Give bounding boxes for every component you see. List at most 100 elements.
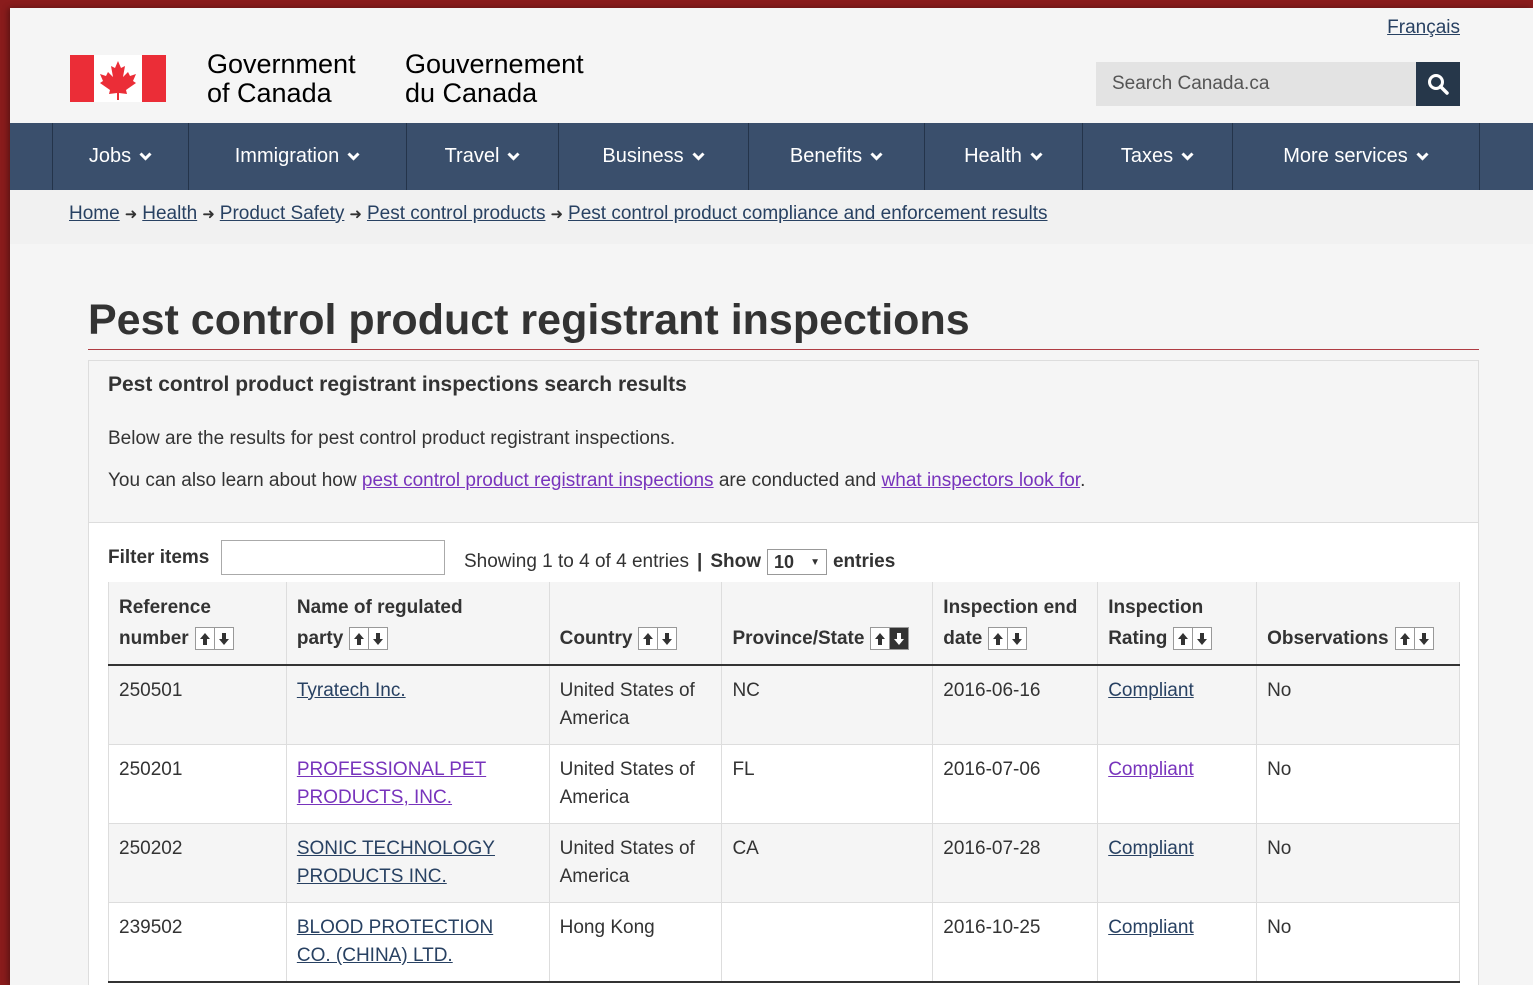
name-line1: Tyratech Inc. [296, 680, 406, 701]
signature-fr-line1: Gouvernement [405, 49, 584, 79]
table-row: 250202 SONIC TECHNOLOGY PRODUCTS INC. Uni… [108, 823, 1460, 903]
party-name-link[interactable]: BLOOD PROTECTION CO. (CHINA) LTD. [297, 917, 493, 966]
chevron-down-icon [1181, 152, 1194, 161]
rating-link[interactable]: Compliant [1108, 680, 1194, 701]
cell-date: 2016-07-28 [932, 823, 1099, 903]
signature-english: Government of Canada [207, 50, 356, 108]
header-text: Rating [1108, 628, 1168, 649]
country-line1: United States of [559, 680, 695, 701]
menu-item-immigration[interactable]: Immigration [188, 123, 406, 190]
party-name-link[interactable]: PROFESSIONAL PET PRODUCTS, INC. [297, 759, 486, 808]
sort-arrows-icon[interactable] [638, 627, 678, 651]
cell-observations: No [1256, 823, 1460, 903]
cell-rating: Compliant [1097, 744, 1258, 824]
sort-arrows-icon[interactable] [870, 627, 910, 651]
menu-item-benefits[interactable]: Benefits [748, 123, 924, 190]
col-name-of-regulated-party[interactable]: Name of regulated party [285, 582, 550, 666]
header-text: Inspection [1108, 597, 1204, 618]
party-name-link[interactable]: SONIC TECHNOLOGY PRODUCTS INC. [297, 838, 495, 887]
learn-prefix: You can also learn about how [108, 470, 362, 491]
what-inspectors-look-for-link[interactable]: what inspectors look for [882, 470, 1081, 491]
sort-arrows-icon[interactable] [1394, 627, 1434, 651]
menu-item-travel[interactable]: Travel [406, 123, 558, 190]
breadcrumb-compliance-results[interactable]: Pest control product compliance and enfo… [568, 203, 1047, 224]
name-line1: BLOOD PROTECTION [296, 917, 494, 938]
signature-en-line2: of Canada [207, 78, 332, 108]
registrant-inspections-link[interactable]: pest control product registrant inspecti… [362, 470, 714, 491]
rating-link[interactable]: Compliant [1108, 917, 1194, 938]
breadcrumb-home[interactable]: Home [69, 203, 120, 224]
chevron-down-icon [1030, 152, 1043, 161]
sort-arrows-icon[interactable] [988, 627, 1028, 651]
party-name-link[interactable]: Tyratech Inc. [297, 680, 406, 701]
cell-name: BLOOD PROTECTION CO. (CHINA) LTD. [285, 902, 550, 983]
cell-reference: 250201 [108, 744, 287, 824]
panel-learn-more: You can also learn about how pest contro… [108, 470, 1085, 492]
breadcrumb-health[interactable]: Health [142, 203, 197, 224]
menu-item-more-services[interactable]: More services [1232, 123, 1480, 190]
cell-name: Tyratech Inc. [285, 664, 550, 745]
cell-province [721, 902, 934, 983]
filter-input[interactable] [221, 540, 445, 575]
chevron-down-icon: ▼ [810, 556, 820, 568]
header-text: Country [559, 628, 633, 649]
page-size-value: 10 [773, 551, 795, 572]
signature-french: Gouvernement du Canada [405, 50, 584, 108]
header-text: party [296, 628, 344, 649]
results-panel: Pest control product registrant inspecti… [88, 360, 1479, 985]
menu-item-business[interactable]: Business [558, 123, 748, 190]
menu-label: Taxes [1120, 145, 1174, 167]
col-inspection-end-date[interactable]: Inspection end date [932, 582, 1099, 666]
chevron-down-icon [1416, 152, 1429, 161]
col-country[interactable]: Country [548, 582, 723, 666]
menu-item-health[interactable]: Health [924, 123, 1082, 190]
country-line2: America [559, 866, 630, 887]
col-reference-number[interactable]: Reference number [108, 582, 287, 666]
country-line2: America [559, 787, 630, 808]
search-input[interactable] [1096, 62, 1416, 106]
breadcrumb-product-safety[interactable]: Product Safety [220, 203, 345, 224]
header-text: date [943, 628, 983, 649]
col-inspection-rating[interactable]: Inspection Rating [1097, 582, 1258, 666]
cell-observations: No [1256, 744, 1460, 824]
chevron-down-icon [347, 152, 360, 161]
header-text: Observations [1267, 628, 1389, 649]
arrow-right-icon: ➜ [202, 206, 215, 223]
cell-name: SONIC TECHNOLOGY PRODUCTS INC. [285, 823, 550, 903]
col-observations[interactable]: Observations [1256, 582, 1460, 666]
rating-link[interactable]: Compliant [1108, 759, 1194, 780]
rating-link[interactable]: Compliant [1108, 838, 1194, 859]
country-line1: United States of [559, 838, 695, 859]
cell-observations: No [1256, 664, 1460, 745]
cell-province: NC [721, 664, 934, 745]
panel-intro: Below are the results for pest control p… [108, 428, 676, 449]
cell-country: Hong Kong [548, 902, 723, 983]
cell-rating: Compliant [1097, 664, 1258, 745]
cell-rating: Compliant [1097, 823, 1258, 903]
breadcrumb: Home ➜ Health ➜ Product Safety ➜ Pest control … [10, 190, 1533, 244]
cell-observations: No [1256, 902, 1460, 983]
country-line2: America [559, 708, 630, 729]
menu-item-taxes[interactable]: Taxes [1082, 123, 1232, 190]
menu-label: Jobs [88, 145, 132, 167]
page-size-select[interactable]: 10 ▼ [766, 549, 827, 575]
signature-fr-line2: du Canada [405, 78, 538, 108]
menu-label: Immigration [234, 145, 340, 167]
name-line1: SONIC TECHNOLOGY [296, 838, 495, 859]
cell-province: CA [721, 823, 934, 903]
table-row: 250501 Tyratech Inc. United States of Ame… [108, 664, 1460, 745]
breadcrumb-pest-control-products[interactable]: Pest control products [367, 203, 545, 224]
menu-label: Travel [444, 145, 500, 167]
canada-flag-logo [70, 55, 166, 102]
col-province-state[interactable]: Province/State [721, 582, 934, 666]
filter-label: Filter items [108, 547, 210, 568]
francais-link[interactable]: Français [1387, 17, 1460, 38]
menu-label: Health [964, 145, 1022, 167]
menu-item-jobs[interactable]: Jobs [52, 123, 188, 190]
results-table: Reference number Name of regulated party C… [108, 582, 1460, 983]
sort-arrows-icon[interactable] [1173, 627, 1213, 651]
sort-arrows-icon[interactable] [349, 627, 389, 651]
sort-arrows-icon[interactable] [194, 627, 234, 651]
search-button[interactable] [1416, 62, 1460, 106]
header-text: number [119, 628, 189, 649]
